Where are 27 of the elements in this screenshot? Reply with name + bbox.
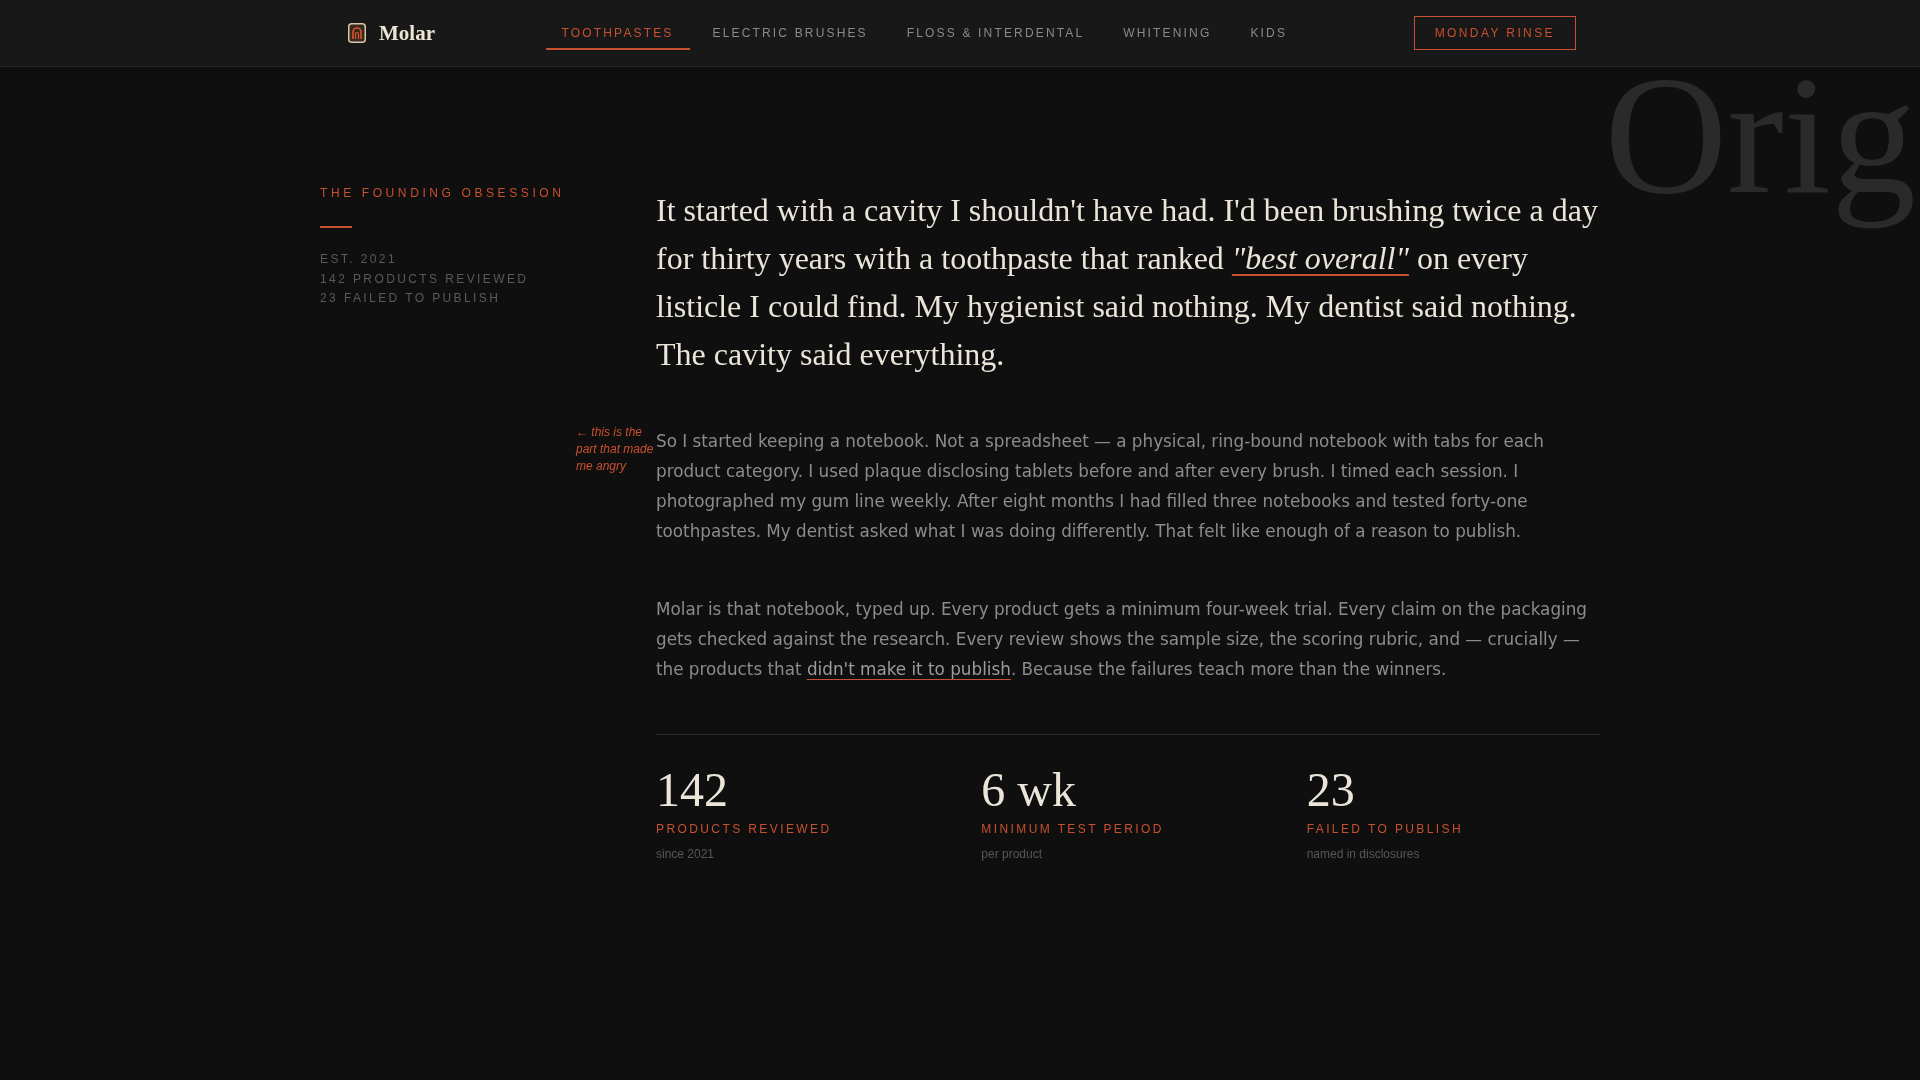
text-link[interactable]: didn't make it to publish: [806, 659, 1011, 679]
nav-tab[interactable]: TOOTHPASTES: [545, 16, 690, 50]
stat-note: named in disclosures: [1306, 847, 1420, 861]
stat-note: since 2021: [656, 847, 715, 861]
stat-label: PRODUCTS REVIEWED: [656, 822, 832, 836]
logo-icon[interactable]: [348, 23, 366, 43]
body-paragraph: So I started keeping a notebook. Not a spreadsheet — a physical, ring-bound notebook with tabs for each product category. I used plaque disclosing tablets before and after every brush. I timed each session. I photographed my gum line weekly. After eight months I had filled three notebooks and tested forty-one toothpastes. My dentist asked what I was doing differently. That felt like enough of a reason to publish.: [656, 430, 1545, 543]
nav-tab[interactable]: WHITENING: [1107, 16, 1228, 50]
stat-note: per product: [981, 847, 1043, 861]
meta-line: 142 PRODUCTS REVIEWED: [320, 270, 529, 288]
body-paragraph: Molar is that notebook, typed up. Every product gets a minimum four-week trial. Every claim on the packaging gets checked against the research. Every review shows the sample size, the scoring rubric, and — crucially — the products that didn't make it to publish. Because the failures teach more than the winners.: [656, 598, 1588, 681]
stat-label: FAILED TO PUBLISH: [1306, 822, 1464, 836]
stat-label: MINIMUM TEST PERIOD: [981, 822, 1164, 836]
margin-note: ← this is the part that made me angry: [576, 424, 654, 475]
lead-paragraph: It started with a cavity I shouldn't have had. I'd been brushing twice a day for thirty years with a toothpaste that ranked "best overall" on every listicle I could find. My hygienist said nothing. My dentist said nothing. The cavity said everything.: [656, 191, 1599, 374]
cta-button[interactable]: MONDAY RINSE: [1413, 16, 1576, 50]
stat-value: 23: [1306, 766, 1355, 814]
section-eyebrow: THE FOUNDING OBSESSION: [320, 186, 566, 200]
stat-value: 142: [656, 766, 728, 814]
meta-line: EST. 2021: [320, 251, 397, 268]
logo-text[interactable]: Molar: [379, 21, 435, 45]
nav-tab[interactable]: ELECTRIC BRUSHES: [696, 16, 884, 50]
stat-value: 6 wk: [981, 766, 1076, 814]
nav-tab[interactable]: FLOSS & INTERDENTAL: [890, 16, 1101, 50]
meta-line: 23 FAILED TO PUBLISH: [320, 290, 501, 307]
nav-tab[interactable]: KIDS: [1234, 16, 1304, 50]
quoted-link[interactable]: "best overall": [1231, 240, 1409, 276]
